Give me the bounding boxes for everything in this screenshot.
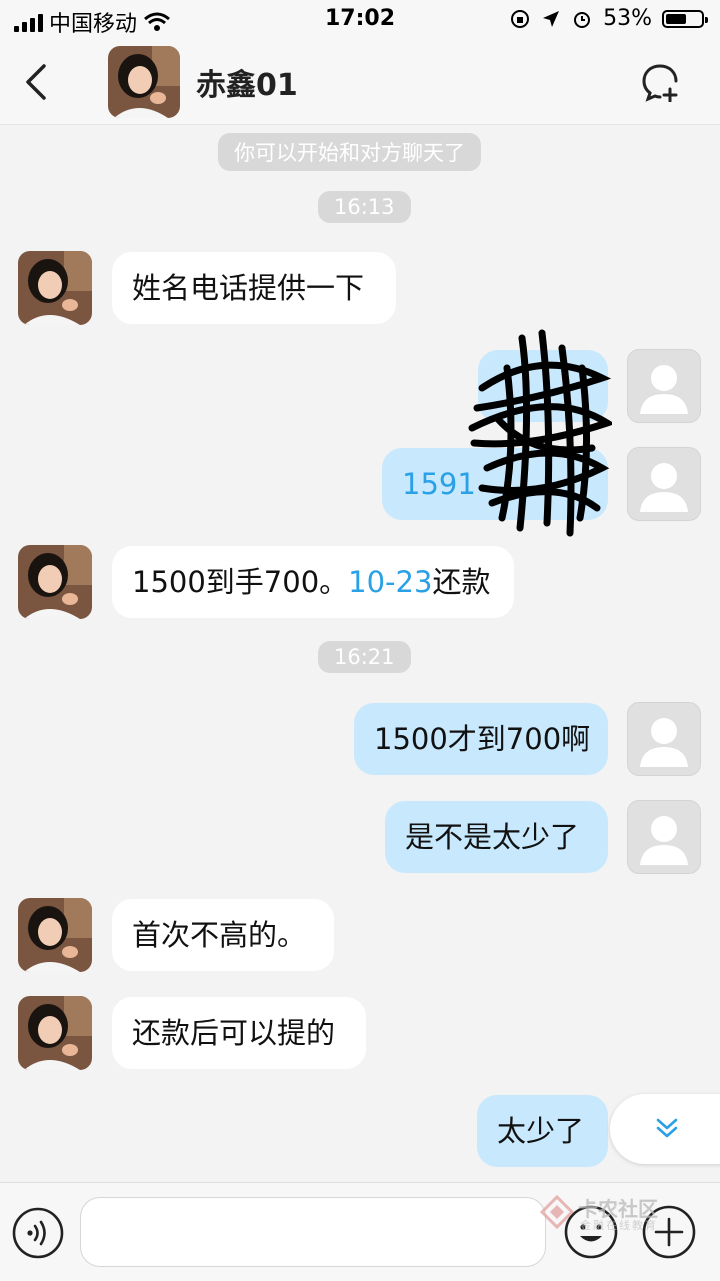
location-icon — [543, 10, 560, 27]
chevron-left-icon[interactable] — [18, 60, 58, 104]
contact-avatar[interactable] — [18, 545, 92, 619]
redaction-scribble — [468, 329, 612, 537]
user-avatar[interactable] — [627, 447, 701, 521]
watermark-logo-icon — [540, 1195, 574, 1229]
time-stamp: 16:21 — [318, 641, 411, 673]
contact-avatar[interactable] — [108, 46, 180, 118]
message-list[interactable]: 你可以开始和对方聊天了 16:13 姓名电话提供一下 1591 1500到手70… — [0, 125, 720, 1181]
input-bar: 卡农社区 金融在线教育 — [0, 1182, 720, 1281]
contact-avatar[interactable] — [18, 898, 92, 972]
chat-add-icon[interactable] — [640, 62, 680, 102]
message-bubble-incoming[interactable]: 1500到手700。10-23还款 — [112, 546, 514, 618]
chat-header: 赤鑫01 — [0, 40, 720, 125]
time-stamp: 16:13 — [318, 191, 411, 223]
alarm-icon — [574, 11, 591, 28]
message-bubble-outgoing[interactable]: 是不是太少了 — [385, 801, 608, 873]
user-avatar[interactable] — [627, 702, 701, 776]
scroll-to-bottom-button[interactable] — [610, 1094, 720, 1164]
message-bubble-incoming[interactable]: 还款后可以提的 — [112, 997, 366, 1069]
user-avatar[interactable] — [627, 800, 701, 874]
chevron-double-down-icon — [656, 1118, 678, 1138]
message-bubble-outgoing[interactable]: 太少了 — [477, 1095, 608, 1167]
contact-avatar[interactable] — [18, 251, 92, 325]
rotation-lock-icon — [511, 9, 530, 28]
date-link[interactable]: 10-23 — [348, 565, 432, 599]
watermark: 卡农社区 金融在线教育 — [540, 1193, 680, 1233]
message-bubble-outgoing[interactable]: 1500才到700啊 — [354, 703, 608, 775]
battery-percent: 53% — [603, 6, 652, 31]
contact-avatar[interactable] — [18, 996, 92, 1070]
message-text: 还款 — [432, 565, 491, 599]
message-input[interactable] — [80, 1197, 546, 1267]
user-avatar[interactable] — [627, 349, 701, 423]
battery-icon — [662, 9, 708, 28]
message-text: 1500到手700。 — [132, 565, 349, 599]
chat-title: 赤鑫01 — [196, 68, 298, 103]
status-bar: 中国移动 17:02 53% — [0, 0, 720, 40]
watermark-subtitle: 金融在线教育 — [580, 1219, 658, 1232]
system-notice: 你可以开始和对方聊天了 — [218, 133, 481, 171]
message-bubble-incoming[interactable]: 首次不高的。 — [112, 899, 334, 971]
voice-icon[interactable] — [12, 1207, 64, 1259]
message-bubble-incoming[interactable]: 姓名电话提供一下 — [112, 252, 396, 324]
